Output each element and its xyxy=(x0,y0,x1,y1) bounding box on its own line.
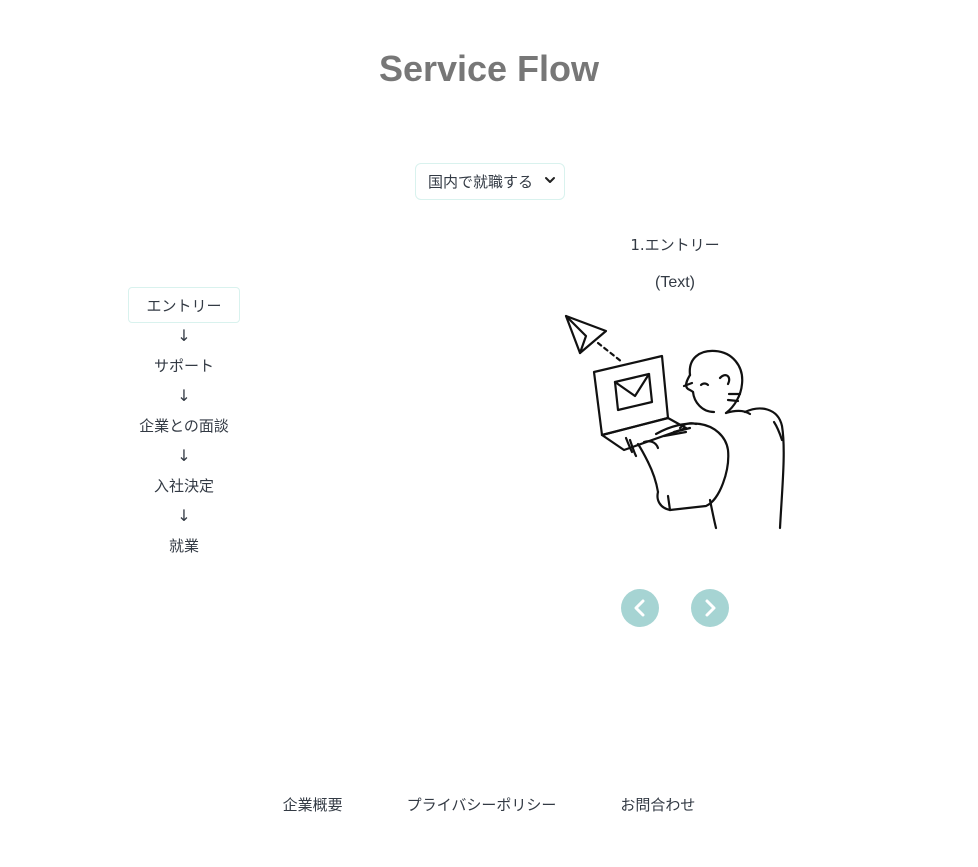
page-title: Service Flow xyxy=(378,48,600,89)
chevron-right-icon xyxy=(705,599,716,617)
footer-link-contact[interactable]: お問合わせ xyxy=(620,794,695,815)
step-item-employment[interactable]: 就業 xyxy=(169,527,199,563)
footer-nav: 企業概要 プライバシーポリシー お問合わせ xyxy=(0,794,978,815)
step-arrow: ↓ xyxy=(177,385,191,405)
flow-type-select[interactable]: 国内で就職する xyxy=(415,163,565,200)
page: Service Flow 国内で就職する エントリー ↓ サポート ↓ 企業との… xyxy=(0,0,978,867)
carousel-prev-button[interactable] xyxy=(621,589,659,627)
footer-link-company[interactable]: 企業概要 xyxy=(283,794,343,815)
slide-title: 1.エントリー xyxy=(630,236,720,254)
chevron-left-icon xyxy=(634,599,645,617)
flow-type-selected-value: 国内で就職する xyxy=(428,173,534,191)
step-arrow: ↓ xyxy=(177,445,191,465)
step-item-offer[interactable]: 入社決定 xyxy=(154,467,214,503)
person-laptop-sending-mail-illustration xyxy=(564,314,785,530)
step-list: エントリー ↓ サポート ↓ 企業との面談 ↓ 入社決定 ↓ 就業 xyxy=(104,287,264,563)
carousel-next-button[interactable] xyxy=(691,589,729,627)
slide-text: (Text) xyxy=(655,274,695,291)
step-item-interview[interactable]: 企業との面談 xyxy=(139,407,229,443)
step-arrow: ↓ xyxy=(177,505,191,525)
step-item-entry[interactable]: エントリー xyxy=(128,287,240,323)
step-item-support[interactable]: サポート xyxy=(154,347,214,383)
footer-link-privacy[interactable]: プライバシーポリシー xyxy=(407,794,557,815)
chevron-down-icon xyxy=(545,177,555,183)
step-arrow: ↓ xyxy=(177,325,191,345)
